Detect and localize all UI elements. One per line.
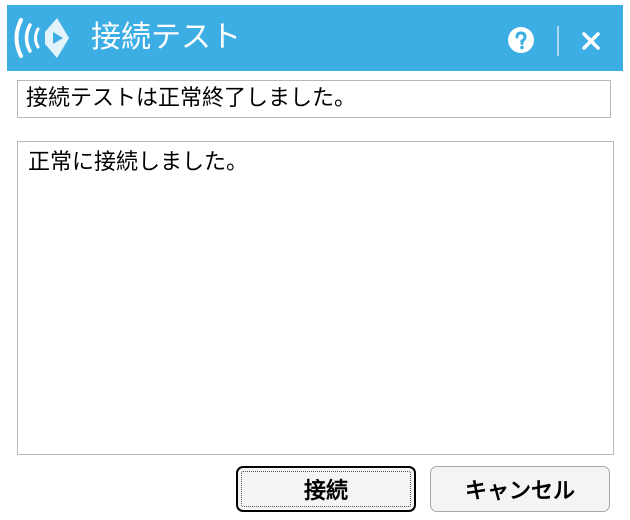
- connection-test-dialog: 接続テスト 接続テストは正常終了しました。 正常に接続しました。 接続 キャンセ…: [0, 0, 630, 520]
- close-icon[interactable]: [575, 25, 607, 57]
- cancel-button[interactable]: キャンセル: [430, 466, 610, 512]
- status-message-field[interactable]: 接続テストは正常終了しました。: [17, 80, 611, 118]
- signal-wave-logo-icon: [14, 18, 69, 58]
- result-log-textarea[interactable]: 正常に接続しました。: [17, 141, 614, 455]
- title-separator: [557, 26, 559, 56]
- window-title: 接続テスト: [91, 20, 241, 55]
- help-icon[interactable]: [507, 26, 535, 54]
- title-bar: 接続テスト: [7, 5, 623, 71]
- connect-button[interactable]: 接続: [236, 466, 416, 512]
